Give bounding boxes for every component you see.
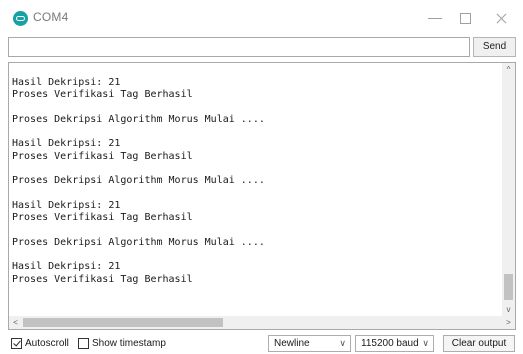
send-row: Send [0, 37, 523, 59]
timestamp-label: Show timestamp [92, 338, 166, 349]
clear-output-button[interactable]: Clear output [443, 335, 515, 352]
bottom-toolbar: Autoscroll Show timestamp Newline ∨ 1152… [0, 334, 523, 354]
output-line: Proses Verifikasi Tag Berhasil [12, 150, 193, 162]
output-line: Hasil Dekripsi: 21 [12, 199, 121, 211]
output-line: Proses Dekripsi Algorithm Morus Mulai ..… [12, 236, 265, 248]
title-bar[interactable]: COM4 — [0, 0, 523, 34]
output-line: Hasil Dekripsi: 21 [12, 77, 121, 88]
timestamp-check-icon[interactable] [78, 338, 89, 349]
output-line: Proses Dekripsi Algorithm Morus Mulai ..… [12, 175, 265, 187]
serial-monitor-window: COM4 — Send Hasil Dekripsi: 21 Proses Ver… [0, 0, 523, 354]
output-line: Hasil Dekripsi: 21 [12, 261, 121, 273]
line-ending-value: Newline [274, 338, 310, 349]
line-ending-select[interactable]: Newline ∨ [268, 335, 351, 352]
close-button[interactable] [486, 6, 516, 28]
baud-rate-value: 115200 baud [361, 338, 419, 349]
maximize-button[interactable] [450, 6, 480, 28]
output-line: Proses Dekripsi Algorithm Morus Mulai ..… [12, 113, 265, 125]
minimize-button[interactable]: — [420, 6, 450, 28]
vertical-scroll-thumb[interactable] [504, 274, 513, 300]
vertical-scrollbar[interactable]: ^ v [502, 63, 515, 316]
serial-input[interactable] [8, 37, 470, 57]
autoscroll-label: Autoscroll [25, 338, 69, 349]
close-icon [496, 13, 507, 24]
serial-output-pane[interactable]: Hasil Dekripsi: 21 Proses Verifikasi Tag … [8, 62, 516, 330]
send-button[interactable]: Send [473, 37, 516, 57]
autoscroll-check-icon[interactable] [11, 338, 22, 349]
scroll-down-icon[interactable]: v [502, 303, 515, 316]
maximize-icon [459, 12, 471, 24]
horizontal-scrollbar[interactable]: < > [9, 316, 515, 329]
serial-output-text: Hasil Dekripsi: 21 Proses Verifikasi Tag … [12, 77, 502, 286]
output-line: Proses Verifikasi Tag Berhasil [12, 273, 193, 285]
chevron-down-icon: ∨ [422, 338, 429, 348]
output-line: Proses Verifikasi Tag Berhasil [12, 212, 193, 224]
baud-rate-select[interactable]: 115200 baud ∨ [355, 335, 434, 352]
arduino-icon [13, 11, 28, 26]
scroll-left-icon[interactable]: < [9, 316, 22, 329]
output-line: Proses Verifikasi Tag Berhasil [12, 89, 193, 101]
output-line: Hasil Dekripsi: 21 [12, 138, 121, 150]
horizontal-scroll-thumb[interactable] [23, 318, 223, 327]
chevron-down-icon: ∨ [339, 338, 346, 348]
scroll-right-icon[interactable]: > [502, 316, 515, 329]
scroll-up-icon[interactable]: ^ [502, 63, 515, 76]
window-title: COM4 [33, 10, 69, 24]
